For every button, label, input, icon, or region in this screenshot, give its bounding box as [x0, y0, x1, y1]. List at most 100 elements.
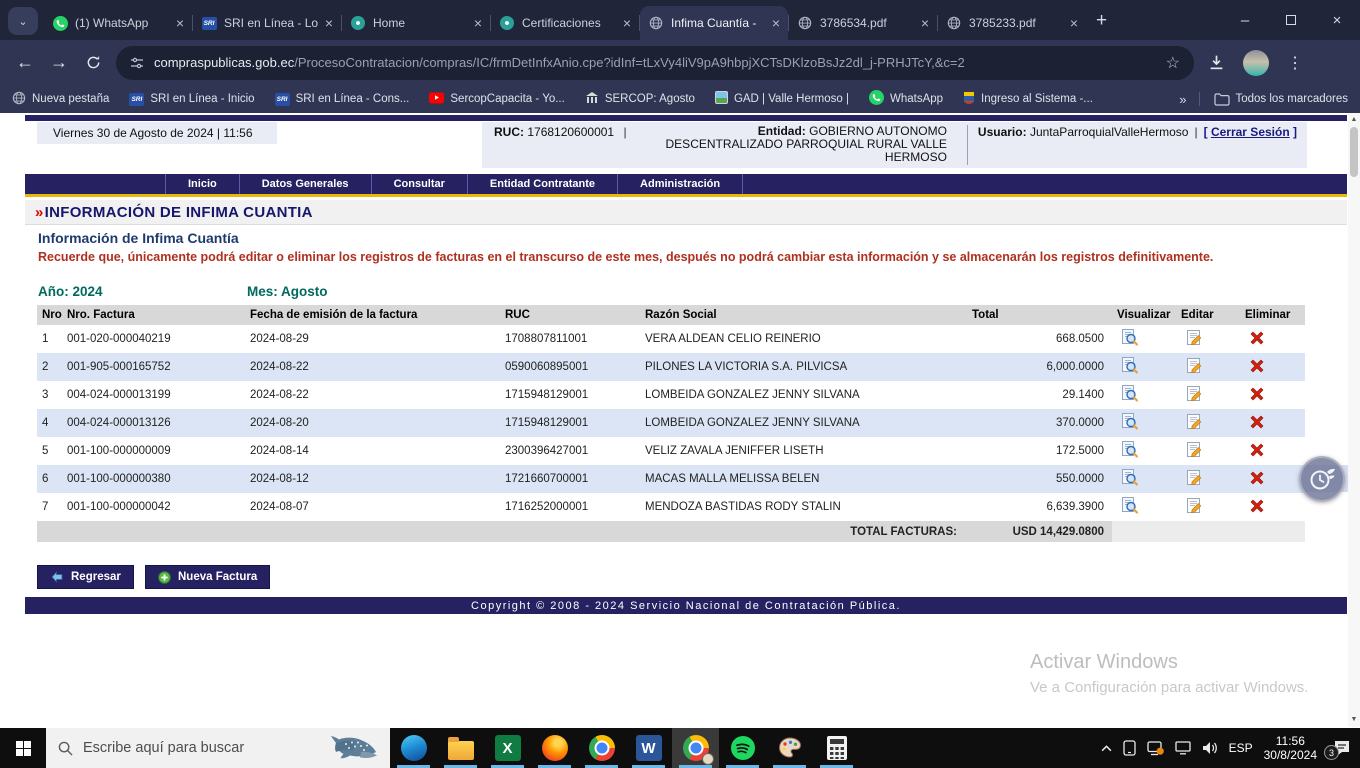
window-minimize-button[interactable]: – — [1222, 0, 1268, 40]
cell-razon-social: VELIZ ZAVALA JENIFFER LISETH — [640, 437, 967, 465]
delete-invoice-icon[interactable] — [1240, 353, 1305, 381]
bookmark-item[interactable]: GAD | Valle Hermoso | — [715, 91, 849, 107]
bookmark-item[interactable]: SRISRI en Línea - Cons... — [275, 92, 410, 106]
tab-close-icon[interactable]: × — [1070, 15, 1078, 31]
taskbar-search-box[interactable]: Escribe aquí para buscar — [46, 728, 390, 768]
volume-icon[interactable] — [1202, 741, 1218, 755]
nav-item-entidad-contratante[interactable]: Entidad Contratante — [468, 174, 618, 194]
site-info-icon[interactable] — [130, 56, 144, 70]
browser-tab[interactable]: (1) WhatsApp× — [44, 6, 192, 40]
bookmark-item[interactable]: SercopCapacita - Yo... — [429, 92, 564, 107]
logout-link[interactable]: [ Cerrar Sesión ] — [1204, 125, 1297, 139]
edit-invoice-icon[interactable] — [1176, 437, 1240, 465]
profile-avatar[interactable] — [1243, 50, 1269, 76]
taskbar-app-chrome[interactable] — [578, 728, 625, 768]
language-indicator[interactable]: ESP — [1229, 741, 1253, 755]
cell-nro: 2 — [37, 353, 62, 381]
scroll-down-arrow[interactable]: ▼ — [1348, 714, 1360, 726]
taskbar-app-microsoft-edge[interactable] — [390, 728, 437, 768]
tab-close-icon[interactable]: × — [474, 15, 482, 31]
browser-tab[interactable]: Infima Cuantía -× — [640, 6, 788, 40]
nav-item-datos-generales[interactable]: Datos Generales — [240, 174, 372, 194]
tab-close-icon[interactable]: × — [921, 15, 929, 31]
delete-invoice-icon[interactable] — [1240, 465, 1305, 493]
view-invoice-icon[interactable] — [1112, 381, 1176, 409]
hidden-icons-chevron[interactable] — [1101, 745, 1112, 752]
nav-item-administración[interactable]: Administración — [618, 174, 743, 194]
delete-invoice-icon[interactable] — [1240, 409, 1305, 437]
browser-tab[interactable]: Home× — [342, 6, 490, 40]
view-invoice-icon[interactable] — [1112, 325, 1176, 353]
taskbar-app-paint[interactable] — [766, 728, 813, 768]
downloads-icon[interactable] — [1208, 54, 1225, 71]
browser-tab[interactable]: SRISRI en Línea - Lo× — [193, 6, 341, 40]
page-scrollbar[interactable]: ▲ ▼ — [1348, 113, 1360, 727]
edit-invoice-icon[interactable] — [1176, 465, 1240, 493]
bookmark-item[interactable]: SERCOP: Agosto — [585, 91, 695, 108]
view-invoice-icon[interactable] — [1112, 353, 1176, 381]
view-invoice-icon[interactable] — [1112, 409, 1176, 437]
view-invoice-icon[interactable] — [1112, 437, 1176, 465]
browser-tab[interactable]: 3785233.pdf× — [938, 6, 1086, 40]
bookmark-item[interactable]: WhatsApp — [869, 90, 943, 108]
taskbar-app-file-explorer[interactable] — [437, 728, 484, 768]
scrollbar-thumb[interactable] — [1350, 127, 1358, 177]
bookmark-item[interactable]: Ingreso al Sistema -... — [963, 91, 1093, 108]
view-invoice-icon[interactable] — [1112, 465, 1176, 493]
new-tab-button[interactable]: + — [1096, 10, 1107, 32]
edit-invoice-icon[interactable] — [1176, 325, 1240, 353]
taskbar-app-chrome-profile[interactable] — [672, 728, 719, 768]
window-maximize-button[interactable] — [1268, 0, 1314, 40]
browser-tab[interactable]: 3786534.pdf× — [789, 6, 937, 40]
screen-recorder-overlay-button[interactable] — [1299, 456, 1345, 502]
network-icon[interactable] — [1175, 741, 1191, 755]
nueva-factura-button[interactable]: Nueva Factura — [145, 565, 270, 589]
window-close-button[interactable]: × — [1314, 0, 1360, 40]
address-bar[interactable]: compraspublicas.gob.ec/ProcesoContrataci… — [116, 46, 1194, 80]
invoice-row: 1001-020-0000402192024-08-29170880781100… — [37, 325, 1305, 353]
reload-icon — [86, 55, 101, 70]
delete-invoice-icon[interactable] — [1240, 325, 1305, 353]
taskbar-app-spotify[interactable] — [719, 728, 766, 768]
bookmark-item[interactable]: Nueva pestaña — [12, 91, 109, 108]
bookmarks-overflow-button[interactable]: » — [1179, 92, 1184, 107]
delete-invoice-icon[interactable] — [1240, 381, 1305, 409]
edit-invoice-icon[interactable] — [1176, 409, 1240, 437]
regresar-button[interactable]: Regresar — [37, 565, 134, 589]
action-center-button[interactable]: 3 — [1332, 739, 1352, 757]
view-invoice-icon[interactable] — [1112, 493, 1176, 521]
reload-button[interactable] — [76, 46, 110, 80]
taskbar-app-word[interactable]: W — [625, 728, 672, 768]
cell-fecha: 2024-08-12 — [245, 465, 500, 493]
delete-invoice-icon[interactable] — [1240, 493, 1305, 521]
bookmark-item[interactable]: SRISRI en Línea - Inicio — [129, 92, 254, 106]
taskbar-app-firefox[interactable] — [531, 728, 578, 768]
browser-menu-icon[interactable]: ⋮ — [1287, 53, 1303, 73]
forward-button[interactable]: → — [42, 46, 76, 80]
delete-invoice-icon[interactable] — [1240, 437, 1305, 465]
taskbar-clock[interactable]: 11:56 30/8/2024 — [1264, 734, 1317, 762]
edit-invoice-icon[interactable] — [1176, 353, 1240, 381]
all-bookmarks-button[interactable]: Todos los marcadores — [1214, 93, 1349, 106]
edit-invoice-icon[interactable] — [1176, 493, 1240, 521]
taskbar-app-calculator[interactable] — [813, 728, 860, 768]
cell-razon-social: MENDOZA BASTIDAS RODY STALIN — [640, 493, 967, 521]
tab-search-button[interactable]: ⌄ — [8, 7, 38, 35]
display-sync-icon[interactable] — [1147, 741, 1164, 756]
bookmark-star-icon[interactable]: ☆ — [1166, 53, 1180, 73]
tab-close-icon[interactable]: × — [772, 15, 780, 31]
entity-info: Entidad: GOBIERNO AUTONOMO DESCENTRALIZA… — [641, 125, 957, 165]
edit-invoice-icon[interactable] — [1176, 381, 1240, 409]
back-button[interactable]: ← — [8, 46, 42, 80]
browser-tab[interactable]: Certificaciones× — [491, 6, 639, 40]
start-button[interactable] — [0, 728, 46, 768]
tab-close-icon[interactable]: × — [176, 15, 184, 31]
nav-item-consultar[interactable]: Consultar — [372, 174, 468, 194]
tab-close-icon[interactable]: × — [325, 15, 333, 31]
nav-item-inicio[interactable]: Inicio — [165, 174, 240, 194]
phone-link-icon[interactable] — [1123, 740, 1136, 756]
taskbar-app-excel[interactable]: X — [484, 728, 531, 768]
cell-fecha: 2024-08-29 — [245, 325, 500, 353]
tab-close-icon[interactable]: × — [623, 15, 631, 31]
scroll-up-arrow[interactable]: ▲ — [1348, 114, 1360, 126]
